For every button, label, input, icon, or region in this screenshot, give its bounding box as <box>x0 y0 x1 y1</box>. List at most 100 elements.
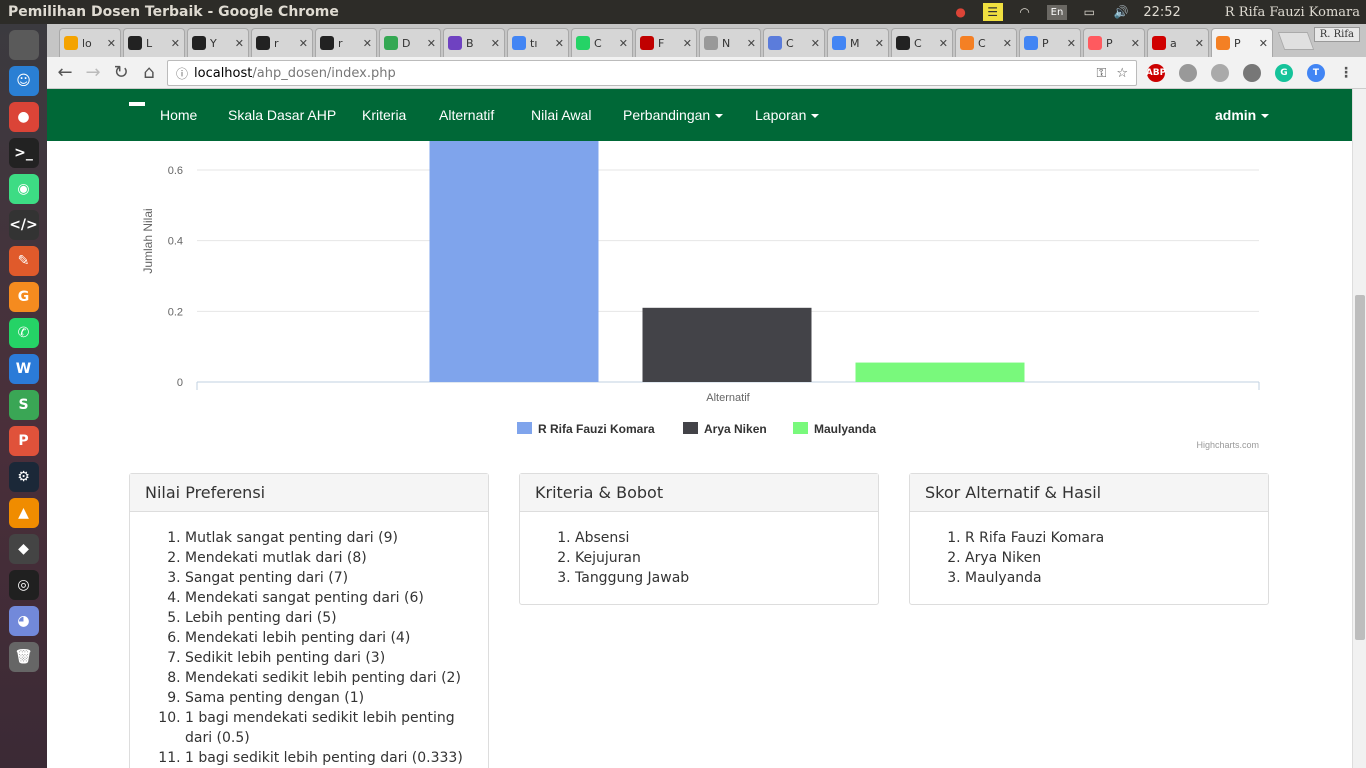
launcher-wps-spreadsheet-icon[interactable]: S <box>8 390 39 420</box>
launcher-sublime-icon[interactable]: </> <box>8 210 39 240</box>
launcher-wps-writer-icon[interactable]: W <box>8 354 39 384</box>
launcher-terminal-icon[interactable]: >_ <box>8 138 39 168</box>
browser-tab[interactable]: C ✕ <box>571 28 633 57</box>
browser-tab[interactable]: C ✕ <box>891 28 953 57</box>
tab-close-icon[interactable]: ✕ <box>1131 37 1140 50</box>
browser-tab[interactable]: lo ✕ <box>59 28 121 57</box>
launcher-whatsapp-icon[interactable]: ✆ <box>8 318 39 348</box>
legend-item[interactable]: Maulyanda <box>793 422 876 436</box>
nav-kriteria[interactable]: Kriteria <box>362 107 406 123</box>
browser-tab[interactable]: N ✕ <box>699 28 761 57</box>
battery-icon[interactable]: ▭ <box>1079 3 1099 21</box>
bookmark-star-icon[interactable]: ☆ <box>1116 66 1128 81</box>
grammarly-icon[interactable]: G <box>1275 64 1293 82</box>
address-bar[interactable]: ⓘ localhost/ahp_dosen/index.php ⚿ ☆ <box>167 60 1137 86</box>
browser-tab[interactable]: r ✕ <box>251 28 313 57</box>
tab-close-icon[interactable]: ✕ <box>939 37 948 50</box>
nav-laporan[interactable]: Laporan <box>755 107 820 123</box>
chrome-tray-icon[interactable]: ● <box>951 3 971 21</box>
nav-home[interactable]: Home <box>160 107 197 123</box>
launcher-android-studio-icon[interactable]: ◉ <box>8 174 39 204</box>
extension-icon[interactable] <box>1179 64 1197 82</box>
tab-close-icon[interactable]: ✕ <box>107 37 116 50</box>
tab-close-icon[interactable]: ✕ <box>683 37 692 50</box>
back-icon[interactable]: ← <box>51 62 79 83</box>
browser-tab[interactable]: D ✕ <box>379 28 441 57</box>
launcher-steam-icon[interactable]: ⚙ <box>8 462 39 492</box>
apple-menu-icon[interactable] <box>1193 3 1213 21</box>
tab-close-icon[interactable]: ✕ <box>747 37 756 50</box>
tab-close-icon[interactable]: ✕ <box>811 37 820 50</box>
browser-tab[interactable]: r ✕ <box>315 28 377 57</box>
tab-close-icon[interactable]: ✕ <box>299 37 308 50</box>
notes-tray-icon[interactable]: ☰ <box>982 3 1003 21</box>
key-icon[interactable]: ⚿ <box>1096 66 1106 81</box>
reload-icon[interactable]: ↻ <box>107 62 135 83</box>
launcher-trash-icon[interactable]: 🗑 <box>8 642 39 672</box>
volume-icon[interactable]: 🔊 <box>1111 3 1131 21</box>
launcher-chrome-icon[interactable]: ● <box>8 102 39 132</box>
launcher-inkscape-2-icon[interactable]: ◆ <box>8 534 39 564</box>
adblock-icon[interactable]: ABP <box>1146 64 1166 82</box>
tab-close-icon[interactable]: ✕ <box>619 37 628 50</box>
chat-icon[interactable] <box>1243 64 1261 82</box>
legend-label: Maulyanda <box>814 422 876 436</box>
tab-title: P <box>1042 36 1049 50</box>
browser-tab[interactable]: L ✕ <box>123 28 185 57</box>
launcher-vlc-icon[interactable]: ▲ <box>8 498 39 528</box>
profile-button[interactable]: R. Rifa <box>1313 27 1360 42</box>
browser-tab[interactable]: P ✕ <box>1083 28 1145 57</box>
tab-close-icon[interactable]: ✕ <box>1195 37 1204 50</box>
new-tab-button[interactable] <box>1277 32 1315 50</box>
browser-tab[interactable]: M ✕ <box>827 28 889 57</box>
translate-icon[interactable]: T <box>1307 64 1325 82</box>
tab-close-icon[interactable]: ✕ <box>1003 37 1012 50</box>
keyboard-language[interactable]: En <box>1046 4 1068 20</box>
launcher-inkscape-icon[interactable]: ✎ <box>8 246 39 276</box>
tab-close-icon[interactable]: ✕ <box>1067 37 1076 50</box>
tab-close-icon[interactable]: ✕ <box>363 37 372 50</box>
browser-tab[interactable]: a ✕ <box>1147 28 1209 57</box>
nav-perbandingan[interactable]: Perbandingan <box>623 107 724 123</box>
launcher-obs-icon[interactable]: ◎ <box>8 570 39 600</box>
launcher-wps-presentation-icon[interactable]: P <box>8 426 39 456</box>
browser-tab[interactable]: Y ✕ <box>187 28 249 57</box>
tab-title: P <box>1234 36 1241 50</box>
tab-close-icon[interactable]: ✕ <box>491 37 500 50</box>
tab-close-icon[interactable]: ✕ <box>875 37 884 50</box>
browser-tab[interactable]: F ✕ <box>635 28 697 57</box>
menu-icon[interactable]: ⋮ <box>1337 64 1355 82</box>
session-user[interactable]: R Rifa Fauzi Komara <box>1225 5 1360 20</box>
nav-skala-dasar-ahp[interactable]: Skala Dasar AHP <box>228 107 336 123</box>
forward-icon[interactable]: → <box>79 62 107 83</box>
browser-tab[interactable]: C ✕ <box>763 28 825 57</box>
globe-icon[interactable] <box>1211 64 1229 82</box>
navbar-toggle[interactable] <box>129 102 145 106</box>
legend-item[interactable]: Arya Niken <box>683 422 767 436</box>
browser-tab[interactable]: P ✕ <box>1019 28 1081 57</box>
nav-user-menu[interactable]: admin <box>1215 107 1270 123</box>
legend-item[interactable]: R Rifa Fauzi Komara <box>517 422 655 436</box>
launcher-finder-icon[interactable]: ☺ <box>8 66 39 96</box>
clock[interactable]: 22:52 <box>1143 5 1180 20</box>
tab-close-icon[interactable]: ✕ <box>555 37 564 50</box>
tab-favicon-icon <box>576 36 590 50</box>
browser-tab[interactable]: tı ✕ <box>507 28 569 57</box>
tab-close-icon[interactable]: ✕ <box>1259 37 1268 50</box>
browser-tab[interactable]: B ✕ <box>443 28 505 57</box>
home-icon[interactable]: ⌂ <box>135 62 163 83</box>
launcher-pdf-reader-icon[interactable]: G <box>8 282 39 312</box>
tab-close-icon[interactable]: ✕ <box>171 37 180 50</box>
nav-nilai-awal[interactable]: Nilai Awal <box>531 107 591 123</box>
browser-tab[interactable]: C ✕ <box>955 28 1017 57</box>
page-scrollbar[interactable] <box>1352 89 1366 768</box>
nav-alternatif[interactable]: Alternatif <box>439 107 494 123</box>
wifi-icon[interactable]: ◠ <box>1015 3 1035 21</box>
launcher-discord-icon[interactable]: ◕ <box>8 606 39 636</box>
scrollbar-thumb[interactable] <box>1355 295 1365 640</box>
browser-tab[interactable]: P ✕ <box>1211 28 1273 57</box>
tab-close-icon[interactable]: ✕ <box>235 37 244 50</box>
launcher-ubuntu-dash-icon[interactable] <box>8 30 39 60</box>
tab-close-icon[interactable]: ✕ <box>427 37 436 50</box>
info-icon[interactable]: ⓘ <box>176 65 188 82</box>
